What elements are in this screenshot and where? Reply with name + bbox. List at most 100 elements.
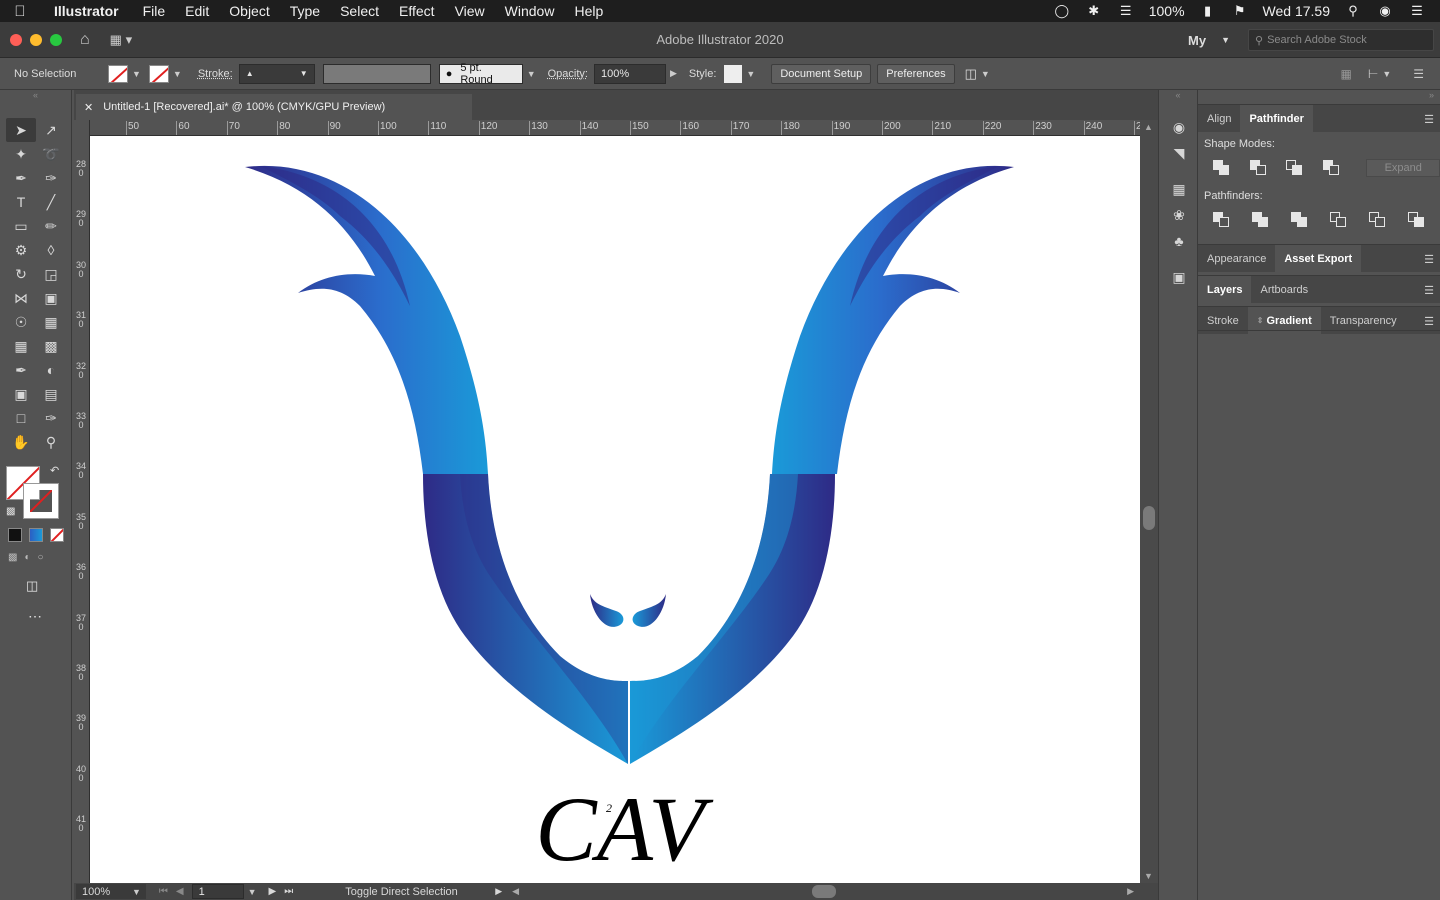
curvature-tool-icon[interactable]: ✑ xyxy=(36,166,66,190)
lasso-tool-icon[interactable]: ➰ xyxy=(36,142,66,166)
collapse-dock-icon[interactable]: « xyxy=(1159,90,1197,104)
wifi-icon[interactable]: ☰ xyxy=(1117,3,1135,18)
horizontal-ruler[interactable]: 50 60 70 80 90 100 110 120 130 140 150 160 170 180 190… xyxy=(90,120,1140,136)
chevron-down-icon[interactable]: ▼ xyxy=(300,69,308,78)
free-transform-tool-icon[interactable]: ▣ xyxy=(36,286,66,310)
fill-swatch[interactable] xyxy=(108,64,128,83)
shaper-tool-icon[interactable]: ⚙ xyxy=(6,238,36,262)
opacity-field[interactable]: 100% xyxy=(593,63,666,84)
tab-asset-export[interactable]: Asset Export xyxy=(1275,245,1362,272)
menu-select[interactable]: Select xyxy=(330,3,389,19)
chevron-down-icon[interactable]: ▼ xyxy=(981,69,990,79)
artboard[interactable]: CAV 2 xyxy=(90,136,1140,883)
opacity-label[interactable]: Opacity: xyxy=(548,68,588,80)
tab-appearance[interactable]: Appearance xyxy=(1198,245,1275,272)
symbols-panel-icon[interactable]: ♣ xyxy=(1159,228,1199,254)
trim-icon[interactable] xyxy=(1249,210,1273,230)
menu-app-name[interactable]: Illustrator xyxy=(40,3,133,19)
tab-align[interactable]: Align xyxy=(1198,105,1240,132)
chevron-down-icon[interactable]: ▼ xyxy=(173,69,182,79)
chevron-down-icon[interactable]: ▼ xyxy=(132,69,141,79)
mesh-tool-icon[interactable]: ▦ xyxy=(6,334,36,358)
minimize-window-button[interactable] xyxy=(30,33,42,46)
horizontal-scroll-thumb[interactable] xyxy=(812,885,836,898)
graphic-style-swatch[interactable] xyxy=(724,64,743,83)
minus-front-icon[interactable] xyxy=(1247,158,1270,178)
close-window-button[interactable] xyxy=(10,33,22,46)
brushes-panel-icon[interactable]: ❀ xyxy=(1159,202,1199,228)
adobe-stock-search-input[interactable]: ⚲ Search Adobe Stock xyxy=(1248,29,1434,51)
none-mode-icon[interactable] xyxy=(50,528,64,542)
bluetooth-icon[interactable]: ✱ xyxy=(1085,3,1103,18)
stroke-swatch[interactable] xyxy=(148,64,169,83)
shape-builder-tool-icon[interactable]: ☉ xyxy=(6,310,36,334)
slice-tool-icon[interactable]: ✑ xyxy=(36,406,66,430)
vertical-scroll-thumb[interactable] xyxy=(1143,506,1155,530)
apple-icon[interactable]:  xyxy=(0,3,40,20)
panel-menu-icon[interactable]: ☰ xyxy=(1424,315,1434,328)
expand-button[interactable]: Expand xyxy=(1366,159,1440,177)
graphic-styles-icon[interactable]: ▣ xyxy=(1159,264,1199,290)
direct-selection-tool-icon[interactable]: ↗ xyxy=(36,118,66,142)
chevron-down-icon[interactable]: ▼ xyxy=(1382,69,1391,79)
symbol-sprayer-tool-icon[interactable]: ▣ xyxy=(6,382,36,406)
home-icon[interactable]: ⌂ xyxy=(80,31,90,49)
crop-icon[interactable] xyxy=(1327,210,1351,230)
divide-icon[interactable] xyxy=(1210,210,1234,230)
panel-menu-icon[interactable]: ☰ xyxy=(1424,284,1434,297)
wordpress-icon[interactable]: ◯ xyxy=(1053,3,1071,18)
spotlight-search-icon[interactable]: ⚲ xyxy=(1344,3,1362,18)
selection-tool-icon[interactable]: ➤ xyxy=(6,118,36,142)
siri-icon[interactable]: ◉ xyxy=(1376,3,1394,18)
document-tab[interactable]: ✕ Untitled-1 [Recovered].ai* @ 100% (CMY… xyxy=(76,94,472,120)
arrange-documents-icon[interactable]: ▦ ▾ xyxy=(110,32,132,48)
vertical-ruler[interactable]: 280 290 300 310 320 330 340 350 360 370 380 390 400 4… xyxy=(74,120,90,883)
edit-toolbar-icon[interactable]: ⋯ xyxy=(28,608,42,625)
chevron-down-icon[interactable]: ▼ xyxy=(746,69,755,79)
next-artboard-icon[interactable]: ▶ xyxy=(269,886,277,897)
color-mode-icon[interactable] xyxy=(8,528,22,542)
tab-layers[interactable]: Layers xyxy=(1198,276,1252,303)
color-guide-icon[interactable]: ◥ xyxy=(1159,140,1199,166)
tab-artboards[interactable]: Artboards xyxy=(1251,276,1317,303)
variable-width-profile[interactable] xyxy=(322,63,431,84)
color-panel-icon[interactable]: ◉ xyxy=(1159,114,1199,140)
stroke-none-swatch[interactable] xyxy=(23,483,59,519)
panel-menu-icon[interactable]: ☰ xyxy=(1413,67,1424,81)
draw-behind-icon[interactable]: ◐ xyxy=(24,552,30,563)
gradient-mode-icon[interactable] xyxy=(29,528,43,542)
intersect-icon[interactable] xyxy=(1283,158,1306,178)
paintbrush-tool-icon[interactable]: ✏ xyxy=(36,214,66,238)
menu-type[interactable]: Type xyxy=(280,3,330,19)
scroll-up-icon[interactable]: ▲ xyxy=(1144,122,1153,132)
menu-object[interactable]: Object xyxy=(219,3,279,19)
collapse-toolbar-icon[interactable]: « xyxy=(0,90,71,104)
width-tool-icon[interactable]: ⋈ xyxy=(6,286,36,310)
menu-effect[interactable]: Effect xyxy=(389,3,445,19)
flag-icon[interactable]: ⚑ xyxy=(1231,3,1249,18)
zoom-window-button[interactable] xyxy=(50,33,62,46)
vertical-scrollbar[interactable]: ▲ ▼ xyxy=(1140,120,1158,883)
expand-panels-icon[interactable]: » xyxy=(1198,90,1440,104)
unite-icon[interactable] xyxy=(1210,158,1233,178)
gradient-tool-icon[interactable]: ▩ xyxy=(36,334,66,358)
previous-artboard-icon[interactable]: ◀ xyxy=(176,886,184,897)
workspace-switcher[interactable]: My ▼ xyxy=(1178,30,1240,50)
preferences-button[interactable]: Preferences xyxy=(877,63,955,84)
draw-normal-icon[interactable]: ▩ xyxy=(8,552,17,563)
scroll-left-icon[interactable]: ◀ xyxy=(512,886,519,897)
column-graph-tool-icon[interactable]: ▤ xyxy=(36,382,66,406)
menu-help[interactable]: Help xyxy=(564,3,613,19)
artboard-field[interactable]: 1 xyxy=(191,884,244,899)
battery-icon[interactable]: ▮ xyxy=(1199,3,1217,18)
panel-menu-icon[interactable]: ☰ xyxy=(1424,113,1434,126)
document-setup-button[interactable]: Document Setup xyxy=(771,63,872,84)
align-options-icon[interactable]: ▦ xyxy=(1341,67,1352,81)
artboard-tool-icon[interactable]: □ xyxy=(6,406,36,430)
tab-pathfinder[interactable]: Pathfinder xyxy=(1240,105,1313,132)
eraser-tool-icon[interactable]: ◊ xyxy=(36,238,66,262)
chevron-down-icon[interactable]: ▼ xyxy=(248,887,257,897)
scroll-down-icon[interactable]: ▼ xyxy=(1144,871,1153,881)
exclude-icon[interactable] xyxy=(1320,158,1343,178)
zoom-tool-icon[interactable]: ⚲ xyxy=(36,430,66,454)
